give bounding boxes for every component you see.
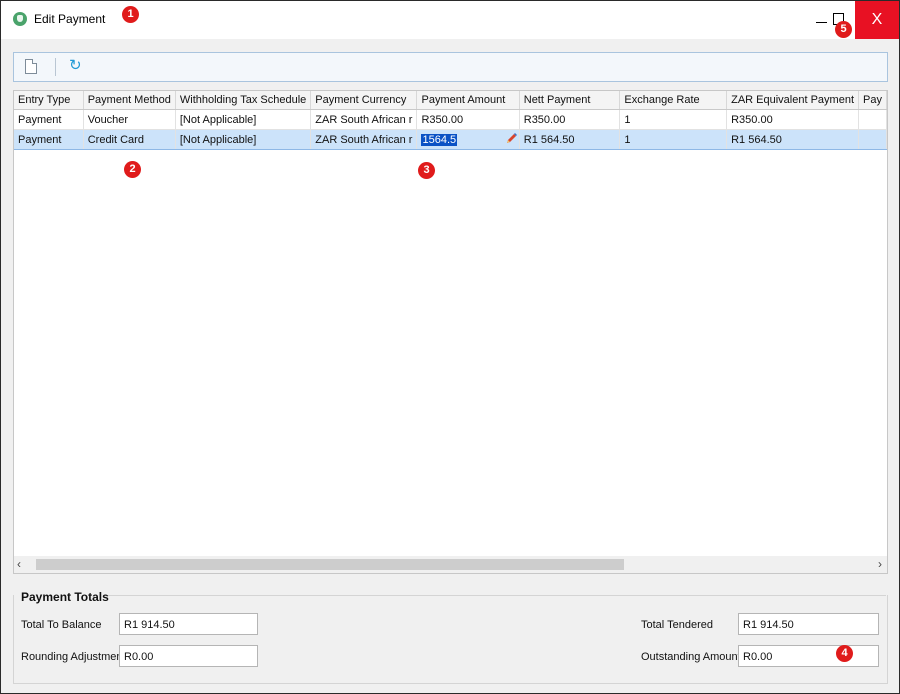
column-header-zar-equivalent[interactable]: ZAR Equivalent Payment — [726, 91, 859, 110]
cell-zar-equivalent[interactable]: R1 564.50 — [726, 129, 859, 150]
column-header-payment-amount[interactable]: Payment Amount — [416, 91, 520, 110]
title-bar[interactable]: Edit Payment 1 5 X — [1, 1, 899, 39]
annotation-marker-5: 5 — [835, 21, 852, 38]
table-row[interactable]: Payment Voucher [Not Applicable] ZAR Sou… — [14, 109, 887, 130]
cell-payment-amount-editor[interactable]: 1564.5 — [416, 129, 520, 150]
cell-entry-type[interactable]: Payment — [14, 109, 84, 130]
cell-exchange-rate[interactable]: 1 — [619, 109, 728, 130]
new-document-icon[interactable] — [25, 59, 37, 74]
column-header-payment-method[interactable]: Payment Method — [83, 91, 176, 110]
annotation-marker-4: 4 — [836, 645, 853, 662]
edit-payment-window: Edit Payment 1 5 X ↻ Entry Type Payment — [0, 0, 900, 694]
cell-payment-currency[interactable]: ZAR South African r — [310, 129, 418, 150]
total-to-balance-label: Total To Balance — [21, 619, 102, 631]
column-header-nett-payment[interactable]: Nett Payment — [519, 91, 621, 110]
payment-amount-input[interactable]: 1564.5 — [421, 133, 458, 146]
payment-totals-group — [13, 595, 888, 684]
close-icon: X — [871, 11, 883, 28]
cell-zar-equivalent[interactable]: R350.00 — [726, 109, 859, 130]
cell-pay[interactable] — [858, 109, 887, 130]
cell-withholding-tax[interactable]: [Not Applicable] — [175, 109, 312, 130]
scroll-right-icon[interactable]: › — [878, 557, 882, 571]
cell-nett-payment[interactable]: R1 564.50 — [519, 129, 621, 150]
window-title: Edit Payment — [34, 12, 106, 26]
scrollbar-thumb[interactable] — [36, 559, 624, 570]
column-header-exchange-rate[interactable]: Exchange Rate — [619, 91, 728, 110]
annotation-marker-1: 1 — [122, 6, 139, 23]
column-header-withholding-tax[interactable]: Withholding Tax Schedule — [175, 91, 312, 110]
annotation-marker-3: 3 — [418, 162, 435, 179]
payment-totals-heading: Payment Totals — [21, 590, 109, 604]
payments-grid: Entry Type Payment Method Withholding Ta… — [13, 90, 888, 558]
app-logo-icon — [13, 12, 27, 26]
close-button[interactable]: X — [855, 1, 899, 39]
column-header-entry-type[interactable]: Entry Type — [14, 91, 84, 110]
total-to-balance-field: R1 914.50 — [119, 613, 258, 635]
refresh-icon[interactable]: ↻ — [69, 57, 83, 75]
cell-payment-method[interactable]: Voucher — [83, 109, 176, 130]
cell-withholding-tax[interactable]: [Not Applicable] — [175, 129, 312, 150]
total-tendered-field: R1 914.50 — [738, 613, 879, 635]
table-row-selected[interactable]: Payment Credit Card [Not Applicable] ZAR… — [14, 129, 887, 150]
horizontal-scrollbar[interactable]: ‹ › — [13, 556, 888, 574]
toolbar-separator — [55, 58, 56, 76]
cell-payment-method[interactable]: Credit Card — [83, 129, 176, 150]
pencil-edit-icon[interactable] — [505, 132, 517, 145]
rounding-adjustment-field: R0.00 — [119, 645, 258, 667]
scroll-left-icon[interactable]: ‹ — [17, 557, 21, 571]
grid-header-row: Entry Type Payment Method Withholding Ta… — [14, 91, 887, 110]
payments-table: Entry Type Payment Method Withholding Ta… — [14, 91, 887, 150]
total-tendered-label: Total Tendered — [641, 619, 713, 631]
rounding-adjustment-label: Rounding Adjustment — [21, 651, 126, 663]
cell-entry-type[interactable]: Payment — [14, 129, 84, 150]
cell-pay[interactable] — [858, 129, 887, 150]
outstanding-amount-field: R0.00 — [738, 645, 879, 667]
annotation-marker-2: 2 — [124, 161, 141, 178]
cell-payment-amount[interactable]: R350.00 — [416, 109, 520, 130]
cell-nett-payment[interactable]: R350.00 — [519, 109, 621, 130]
outstanding-amount-label: Outstanding Amount — [641, 651, 741, 663]
grid-toolbar: ↻ — [13, 52, 888, 82]
cell-exchange-rate[interactable]: 1 — [619, 129, 728, 150]
column-header-payment-currency[interactable]: Payment Currency — [310, 91, 418, 110]
cell-payment-currency[interactable]: ZAR South African r — [310, 109, 418, 130]
column-header-pay[interactable]: Pay — [858, 91, 887, 110]
